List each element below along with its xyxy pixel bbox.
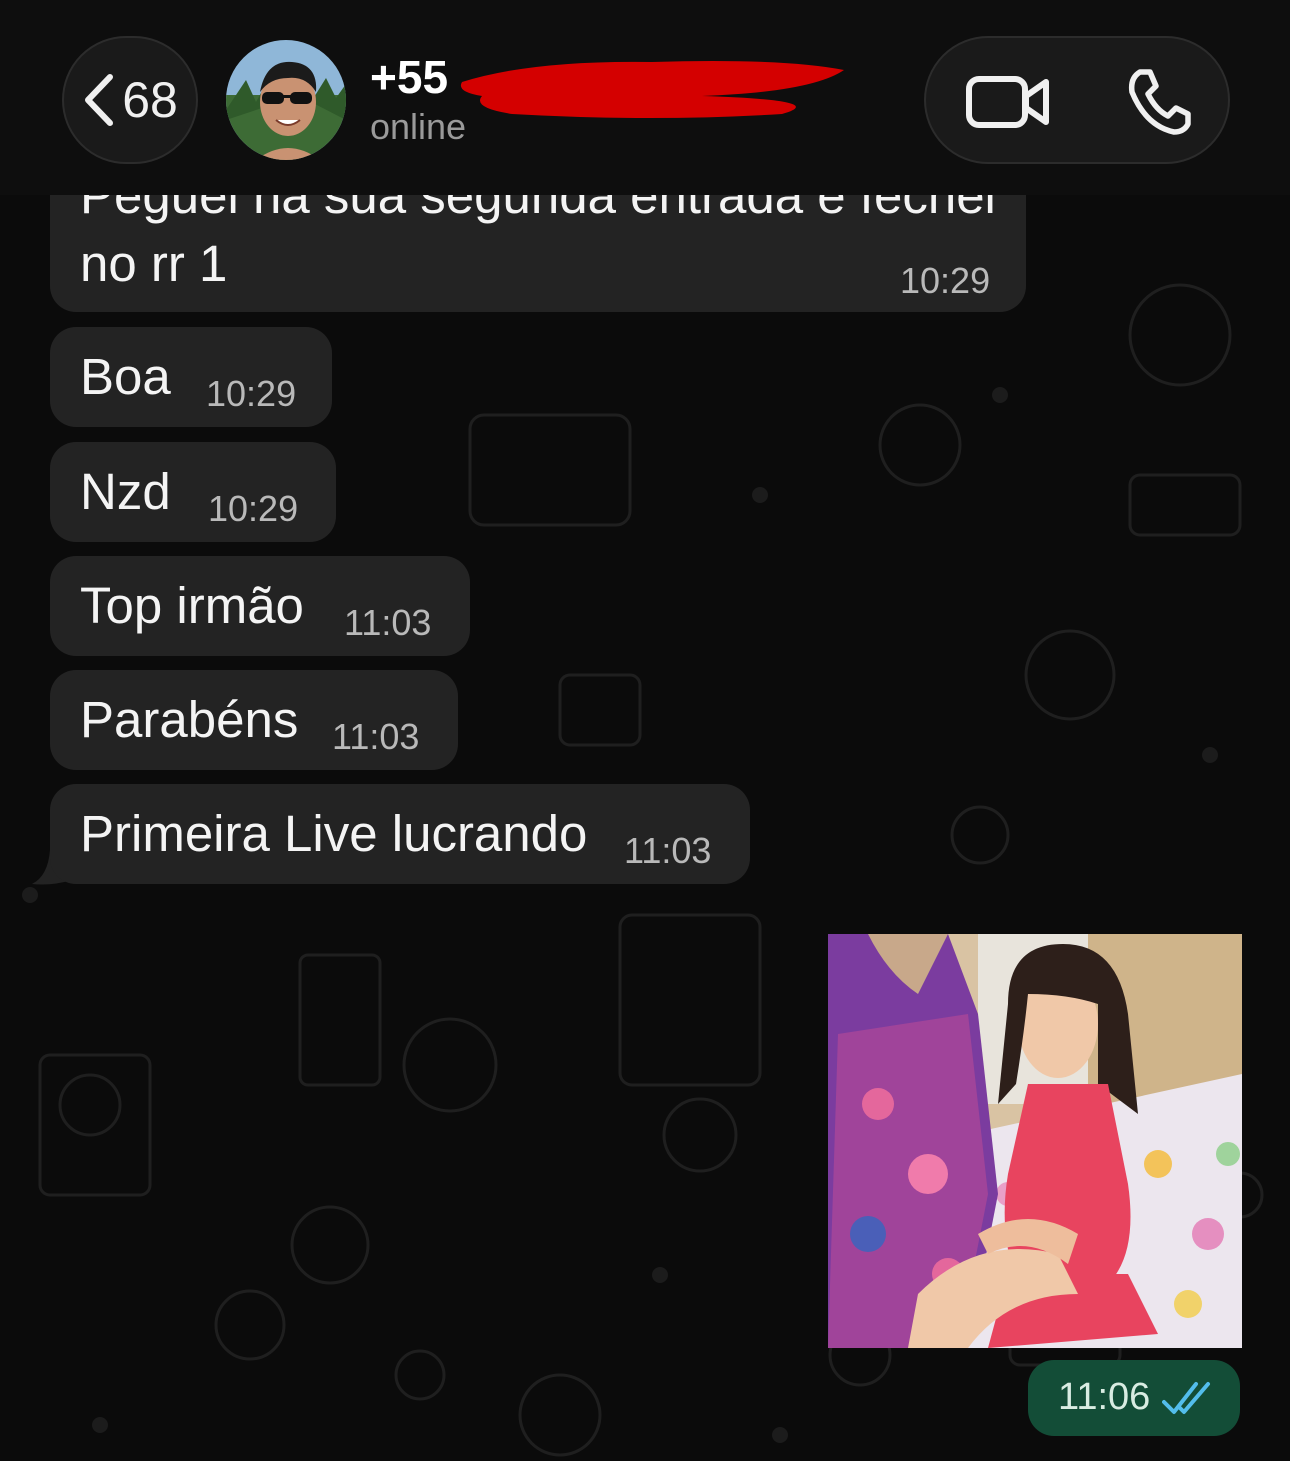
message-text: Primeira Live lucrando — [80, 805, 588, 862]
message-bubble[interactable]: Top irmão 11:03 — [50, 556, 470, 656]
redaction-scribble — [460, 61, 844, 118]
video-camera-icon[interactable] — [966, 74, 1050, 130]
contact-status: online — [370, 106, 467, 147]
message-bubble[interactable]: Boa 10:29 — [50, 327, 332, 427]
chevron-left-icon — [85, 74, 114, 126]
message-bubble[interactable]: Nzd 10:29 — [50, 442, 336, 542]
message-text: Nzd — [80, 463, 171, 520]
call-actions — [924, 36, 1230, 164]
message-text: Boa — [80, 348, 171, 405]
double-check-icon — [1162, 1382, 1210, 1414]
avatar[interactable] — [226, 40, 346, 160]
image-message[interactable] — [828, 934, 1242, 1348]
back-button[interactable]: 68 — [62, 36, 198, 164]
phone-icon[interactable] — [1126, 68, 1192, 136]
outgoing-status-bubble: 11:06 — [1028, 1360, 1240, 1436]
message-bubble[interactable]: Primeira Live lucrando 11:03 — [50, 784, 750, 884]
message-time: 10:29 — [900, 260, 991, 301]
message-text: Top irmão — [80, 577, 304, 634]
message-time: 10:29 — [208, 488, 299, 529]
message-time: 11:03 — [332, 716, 420, 757]
message-time: 10:29 — [206, 373, 297, 414]
message-text: Parabéns — [80, 691, 299, 748]
unread-count: 68 — [122, 72, 178, 128]
message-time: 11:03 — [344, 602, 432, 643]
message-text: no rr 1 — [80, 235, 228, 292]
chat-header: 68 +55 online — [0, 0, 1290, 195]
message-time: 11:03 — [624, 830, 712, 871]
message-bubble[interactable]: Parabéns 11:03 — [50, 670, 458, 770]
message-time: 11:06 — [1058, 1376, 1151, 1418]
contact-name[interactable]: +55 — [370, 50, 448, 104]
